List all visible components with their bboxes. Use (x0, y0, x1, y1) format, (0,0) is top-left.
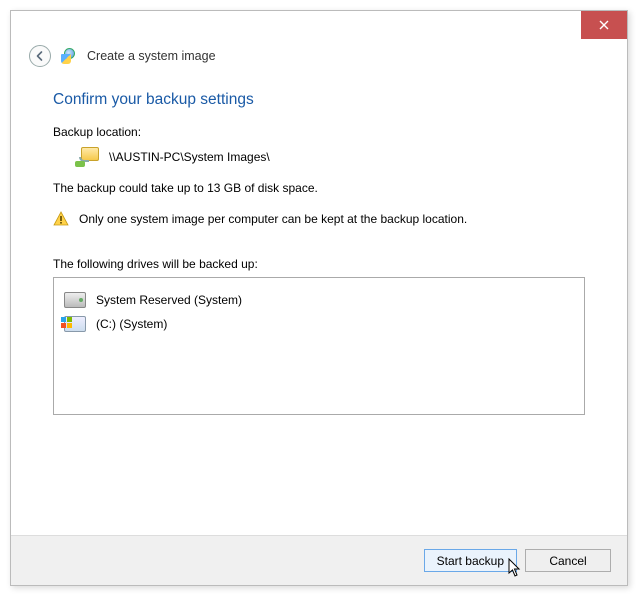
header-row: Create a system image (11, 39, 627, 77)
wizard-window: Create a system image Confirm your backu… (10, 10, 628, 586)
drive-icon (64, 292, 86, 308)
backup-location-row: \\AUSTIN-PC\System Images\ (53, 147, 585, 167)
backup-location-path: \\AUSTIN-PC\System Images\ (109, 150, 270, 164)
back-arrow-icon (34, 50, 46, 62)
footer: Start backup Cancel (11, 535, 627, 585)
start-backup-button[interactable]: Start backup (424, 549, 517, 572)
warning-icon (53, 211, 69, 227)
drive-row: System Reserved (System) (62, 288, 576, 312)
windows-drive-icon (64, 316, 86, 332)
drives-label: The following drives will be backed up: (53, 257, 585, 271)
back-button[interactable] (29, 45, 51, 67)
drive-name: System Reserved (System) (96, 293, 242, 307)
system-image-icon (61, 48, 77, 64)
window-title: Create a system image (87, 49, 216, 63)
close-button[interactable] (581, 11, 627, 39)
backup-location-label: Backup location: (53, 125, 585, 139)
content-area: Confirm your backup settings Backup loca… (11, 77, 627, 415)
network-folder-icon (75, 147, 99, 167)
disk-space-text: The backup could take up to 13 GB of dis… (53, 181, 585, 195)
titlebar (11, 11, 627, 39)
warning-text: Only one system image per computer can b… (79, 212, 467, 226)
close-icon (599, 20, 609, 30)
drives-list: System Reserved (System) (C:) (System) (53, 277, 585, 415)
warning-row: Only one system image per computer can b… (53, 211, 585, 227)
drive-name: (C:) (System) (96, 317, 167, 331)
drive-row: (C:) (System) (62, 312, 576, 336)
page-heading: Confirm your backup settings (53, 91, 585, 109)
cancel-button[interactable]: Cancel (525, 549, 611, 572)
